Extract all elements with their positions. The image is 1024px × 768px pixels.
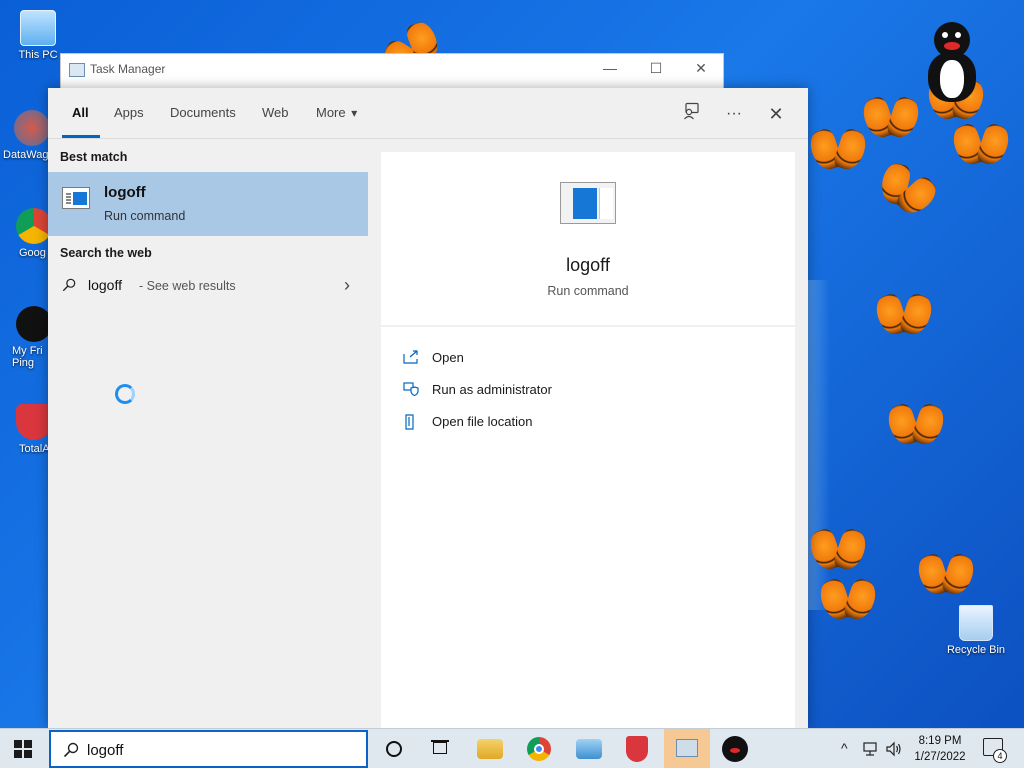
search-web-heading: Search the web (60, 246, 152, 260)
active-tab-indicator (62, 135, 100, 138)
action-open-file-location[interactable]: Open file location (401, 411, 651, 433)
feedback-button[interactable] (680, 102, 704, 126)
action-run-as-admin[interactable]: Run as administrator (401, 379, 651, 401)
preview-subtitle: Run command (547, 284, 629, 298)
action-run-as-admin-label: Run as administrator (432, 382, 552, 397)
preview-header: logoff Run command (381, 152, 795, 327)
penguin-icon (16, 306, 52, 342)
chrome-icon (16, 208, 52, 244)
best-match-heading: Best match (60, 150, 128, 164)
tab-web[interactable]: Web (262, 105, 289, 120)
windows-logo-pane (24, 750, 32, 758)
preview-pane: logoff Run command Open Run as administr… (381, 152, 795, 728)
cortana-icon[interactable] (381, 736, 407, 762)
action-open-label: Open (432, 350, 464, 365)
desktop-icon-recycle-bin[interactable]: Recycle Bin (940, 605, 1012, 656)
network-icon[interactable] (862, 741, 880, 757)
run-command-icon (62, 187, 90, 209)
windows-logo-pane (24, 740, 32, 748)
recycle-bin-icon (959, 605, 993, 641)
tray-overflow-chevron-icon[interactable]: ^ (841, 740, 848, 756)
butterfly-decoration (878, 295, 930, 337)
desktop-icon-chrome[interactable]: Goog (6, 208, 52, 259)
start-button[interactable] (14, 740, 32, 758)
search-panel: All Apps Documents Web More ▾ ··· ✕ Best… (48, 88, 808, 728)
minimize-button[interactable]: — (599, 58, 621, 78)
butterfly-decoration (812, 530, 864, 572)
action-open-file-location-label: Open file location (432, 414, 533, 429)
file-explorer-icon[interactable] (477, 739, 503, 759)
tab-all[interactable]: All (72, 105, 89, 120)
feedback-icon (684, 102, 699, 120)
computer-icon (20, 10, 56, 46)
chrome-center (534, 744, 544, 754)
file-location-icon (405, 414, 414, 430)
clock-date: 1/27/2022 (914, 751, 966, 763)
butterfly-decoration (920, 555, 972, 597)
shield-admin-icon (403, 382, 419, 396)
penguin-icon[interactable] (722, 736, 748, 762)
task-manager-window[interactable]: Task Manager — ☐ ✕ (60, 53, 724, 93)
task-view-bar (431, 740, 449, 742)
best-match-result[interactable]: logoff Run command (48, 172, 368, 236)
taskbar-active-app[interactable] (664, 729, 710, 768)
tab-apps[interactable]: Apps (114, 105, 144, 120)
chevron-down-icon: ▾ (351, 106, 358, 120)
web-result[interactable]: logoff - See web results › (48, 271, 368, 301)
notification-count-badge: 4 (993, 749, 1007, 763)
close-panel-button[interactable]: ✕ (764, 102, 788, 126)
system-clock[interactable]: 8:19 PM 1/27/2022 (905, 733, 975, 765)
network-search-icon[interactable] (576, 739, 602, 759)
desktop-icon-penguin[interactable]: My Fri Ping (6, 306, 52, 369)
volume-icon[interactable] (885, 741, 903, 757)
tab-documents[interactable]: Documents (170, 105, 236, 120)
tab-more[interactable]: More ▾ (316, 105, 357, 120)
run-command-large-icon (560, 182, 616, 224)
desktop-icon-datawag[interactable]: DataWag (0, 110, 52, 161)
web-query: logoff (88, 277, 122, 293)
task-view-frame (433, 742, 447, 754)
taskbar-search-box[interactable] (49, 730, 368, 768)
results-list: Best match logoff Run command Search the… (48, 139, 368, 728)
clock-time: 8:19 PM (918, 735, 962, 747)
chrome-icon[interactable] (527, 737, 551, 761)
desktop-icon-this-pc[interactable]: This PC (8, 10, 68, 61)
gear-sphere-icon (14, 110, 50, 146)
butterfly-decoration (890, 405, 942, 447)
task-manager-icon (69, 63, 85, 77)
task-view-icon[interactable] (428, 736, 454, 762)
chevron-right-icon: › (344, 275, 350, 295)
butterfly-decoration (812, 130, 864, 172)
maximize-button[interactable]: ☐ (645, 58, 667, 78)
preview-title: logoff (566, 255, 610, 275)
butterfly-decoration (955, 125, 1007, 167)
tab-more-label: More (316, 105, 346, 120)
cortana-ring (386, 741, 402, 757)
open-icon (403, 350, 418, 364)
taskbar: ^ 8:19 PM 1/27/2022 4 (0, 728, 1024, 768)
search-icon (62, 278, 76, 292)
security-shield-icon[interactable] (626, 736, 648, 762)
loading-spinner-icon (115, 384, 135, 404)
best-match-type: Run command (104, 209, 186, 223)
butterfly-decoration (873, 160, 939, 222)
close-button[interactable]: ✕ (690, 58, 712, 78)
best-match-name: logoff (104, 184, 146, 201)
shield-icon (16, 404, 52, 440)
web-results-hint: - See web results (139, 279, 236, 293)
penguin-beak (730, 748, 740, 753)
butterfly-decoration (822, 580, 874, 622)
windows-logo-icon (14, 740, 22, 748)
search-input[interactable] (87, 740, 347, 760)
windows-logo-pane (14, 750, 22, 758)
butterfly-decoration (865, 98, 917, 140)
penguin-decoration (928, 22, 976, 102)
search-tabs: All Apps Documents Web More ▾ ··· ✕ (48, 88, 808, 139)
more-options-button[interactable]: ··· (722, 102, 746, 126)
action-open[interactable]: Open (401, 347, 651, 369)
task-manager-icon (676, 739, 698, 757)
desktop-icon-totala[interactable]: TotalA (6, 404, 52, 455)
search-icon (63, 742, 79, 758)
window-title: Task Manager (90, 62, 166, 76)
